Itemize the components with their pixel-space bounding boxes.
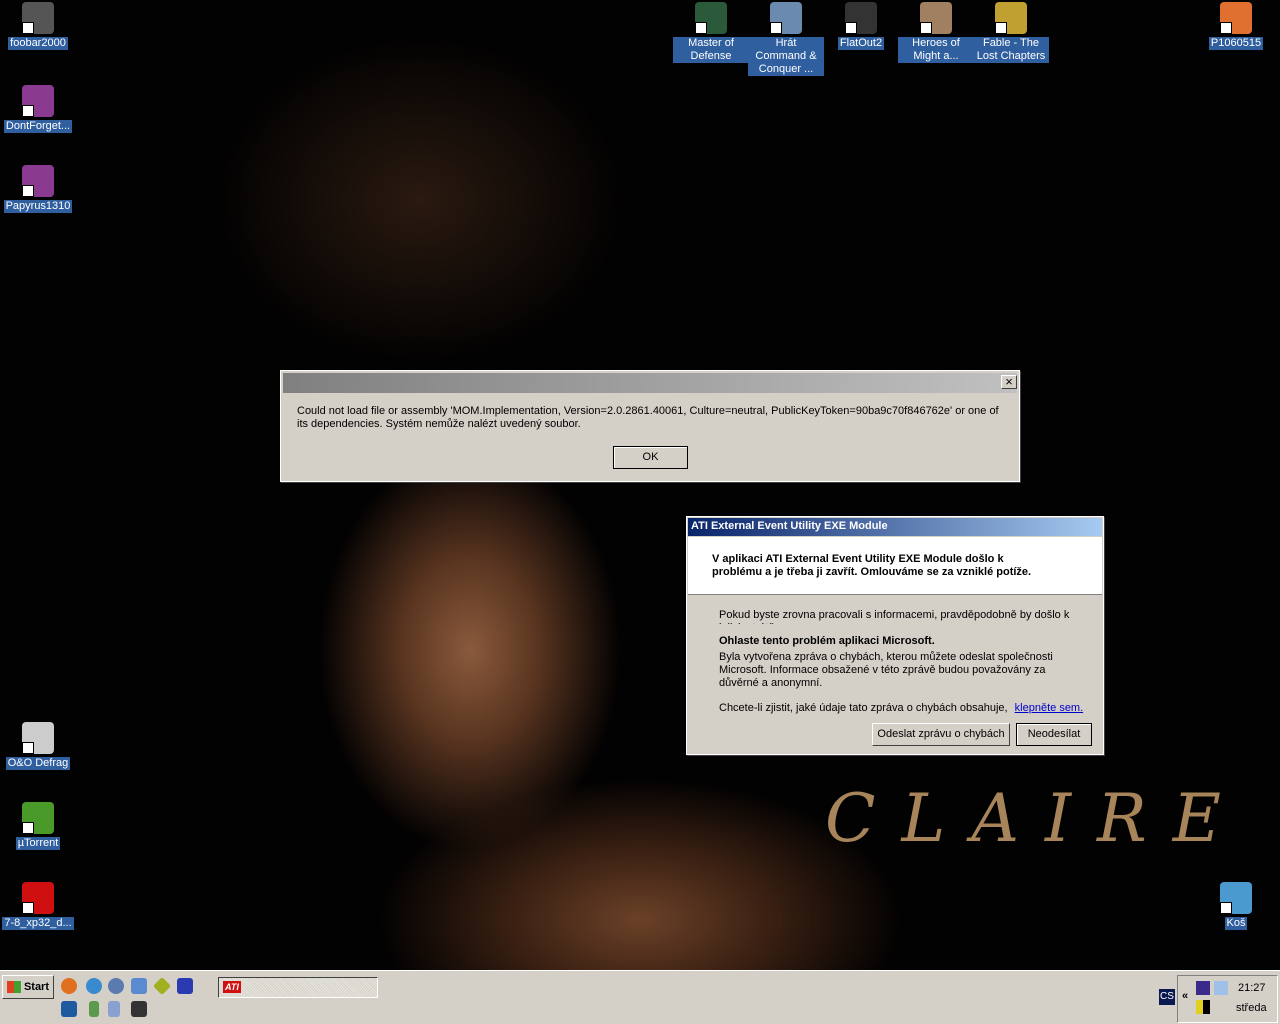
network-icon[interactable]	[1214, 981, 1228, 995]
firefox-icon[interactable]	[61, 978, 77, 994]
media-player-icon[interactable]	[108, 978, 124, 994]
desktop-icon[interactable]: FlatOut2	[823, 2, 899, 50]
shortcut-icon	[770, 2, 802, 34]
battery-icon[interactable]	[89, 1001, 99, 1017]
desktop-icon[interactable]: Fable - The Lost Chapters	[973, 2, 1049, 63]
alien-icon[interactable]	[131, 1001, 147, 1017]
start-button[interactable]: Start	[2, 975, 54, 999]
taskbar-task-ati[interactable]: ATI	[218, 977, 378, 998]
taskbar: Start ATI CS « 21:27 středa	[0, 970, 1280, 1024]
desktop-icon[interactable]: O&O Defrag	[0, 722, 76, 770]
wallpaper-text: CLAIRE	[825, 780, 1247, 857]
desktop-icon-label: Fable - The Lost Chapters	[973, 37, 1049, 63]
shortcut-icon	[845, 2, 877, 34]
ati-report-heading: Ohlaste tento problém aplikaci Microsoft…	[719, 635, 935, 647]
desktop-wallpaper: CLAIRE	[0, 0, 1280, 970]
desktop-icon[interactable]: Hrát Command & Conquer ...	[748, 2, 824, 76]
send-report-button[interactable]: Odeslat zprávu o chybách	[872, 723, 1010, 746]
desktop-icon[interactable]: Koš	[1198, 882, 1274, 930]
shortcut-icon	[22, 2, 54, 34]
calculator-icon[interactable]	[108, 1001, 120, 1017]
details-link[interactable]: klepněte sem.	[1015, 702, 1083, 714]
ok-button[interactable]: OK	[613, 446, 688, 469]
photoshop-icon[interactable]	[61, 1001, 77, 1017]
color-status-icon[interactable]	[1196, 1000, 1210, 1014]
error-message: Could not load file or assembly 'MOM.Imp…	[297, 405, 999, 430]
shortcut-icon	[695, 2, 727, 34]
desktop-icon[interactable]: P1060515	[1198, 2, 1274, 50]
shortcut-icon	[995, 2, 1027, 34]
clock-day: středa	[1236, 1002, 1267, 1014]
desktop-icon[interactable]: Heroes of Might a...	[898, 2, 974, 63]
save-icon[interactable]	[177, 978, 193, 994]
shortcut-icon	[22, 165, 54, 197]
error-dialog-titlebar[interactable]	[283, 373, 1017, 393]
ati-dialog-titlebar[interactable]: ATI External Event Utility EXE Module	[688, 518, 1102, 536]
desktop-icon-label: DontForget...	[3, 120, 73, 133]
shortcut-icon	[22, 722, 54, 754]
ati-report-text: Byla vytvořena zpráva o chybách, kterou …	[719, 651, 1053, 689]
show-hidden-icons-button[interactable]: «	[1182, 990, 1188, 1002]
desktop-icon-label: µTorrent	[15, 837, 61, 850]
error-dialog: × Could not load file or assembly 'MOM.I…	[280, 370, 1020, 482]
desktop-icon[interactable]: DontForget...	[0, 85, 76, 133]
desktop-icon-label: Heroes of Might a...	[898, 37, 974, 63]
diamond-app-icon[interactable]	[152, 976, 172, 996]
desktop-icon-label: foobar2000	[8, 37, 68, 50]
ati-info-text: Pokud byste zrovna pracovali s informace…	[719, 609, 1070, 624]
desktop-icon-label: Papyrus1310	[3, 200, 73, 213]
tray: « 21:27 středa	[1177, 975, 1278, 1023]
ati-details-text: Chcete-li zjistit, jaké údaje tato zpráv…	[719, 702, 1008, 714]
desktop-icon[interactable]: 7-8_xp32_d...	[0, 882, 76, 930]
dont-send-button[interactable]: Neodesílat	[1016, 723, 1092, 746]
shortcut-icon	[22, 882, 54, 914]
ati-dialog-heading: V aplikaci ATI External Event Utility EX…	[712, 553, 1032, 578]
desktop-icon[interactable]: Master of Defense	[673, 2, 749, 63]
desktop-icon-label: FlatOut2	[837, 37, 885, 50]
shortcut-icon	[22, 85, 54, 117]
windows-logo-icon	[7, 981, 21, 993]
shortcut-icon	[920, 2, 952, 34]
shortcut-icon	[1220, 882, 1252, 914]
close-button[interactable]: ×	[1001, 375, 1017, 389]
start-label: Start	[23, 981, 49, 993]
ati-logo-icon: ATI	[223, 981, 241, 993]
desktop-icon-label: O&O Defrag	[5, 757, 71, 770]
desktop-icon-label: 7-8_xp32_d...	[2, 917, 74, 930]
desktop-icon-label: Koš	[1224, 917, 1248, 930]
desktop-icon[interactable]: foobar2000	[0, 2, 76, 50]
shortcut-icon	[22, 802, 54, 834]
desktop-icon-label: Hrát Command & Conquer ...	[748, 37, 824, 76]
ati-error-dialog: ATI External Event Utility EXE Module V …	[686, 516, 1104, 755]
shortcut-icon	[1220, 2, 1252, 34]
editor-icon[interactable]	[131, 978, 147, 994]
desktop-icon-label: Master of Defense	[673, 37, 749, 63]
desktop-icon-label: P1060515	[1208, 37, 1264, 50]
internet-explorer-icon[interactable]	[86, 978, 102, 994]
desktop-icon[interactable]: µTorrent	[0, 802, 76, 850]
language-indicator[interactable]: CS	[1159, 989, 1175, 1005]
desktop-icon[interactable]: Papyrus1310	[0, 165, 76, 213]
clock-time[interactable]: 21:27	[1238, 982, 1266, 994]
zonealarm-icon[interactable]	[1196, 981, 1210, 995]
